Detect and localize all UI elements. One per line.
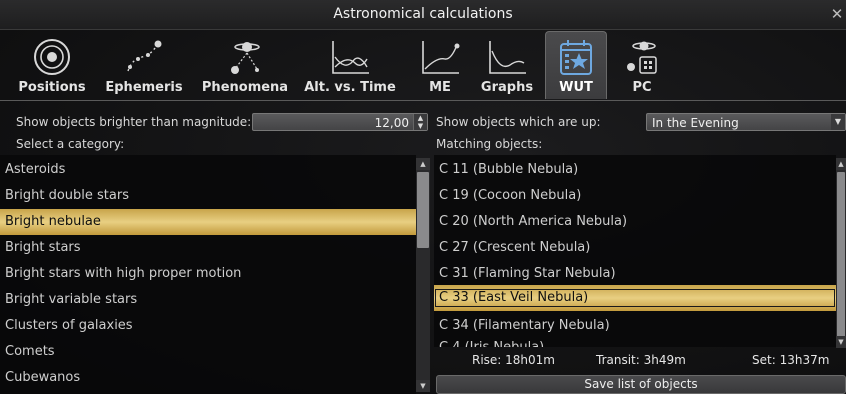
category-label: Select a category: bbox=[16, 137, 125, 151]
tab-pc[interactable]: PC bbox=[614, 31, 670, 99]
scroll-thumb[interactable] bbox=[837, 172, 845, 340]
matching-label: Matching objects: bbox=[436, 137, 543, 151]
tab-positions[interactable]: Positions bbox=[14, 31, 90, 99]
scroll-up-icon[interactable]: ▲ bbox=[416, 158, 430, 170]
positions-icon bbox=[32, 37, 72, 77]
object-item[interactable]: C 19 (Cocoon Nebula) bbox=[434, 183, 836, 209]
tab-phenomena[interactable]: Phenomena bbox=[198, 31, 292, 99]
category-item-selected[interactable]: Bright nebulae bbox=[0, 209, 416, 235]
phenomena-icon bbox=[225, 37, 265, 77]
object-item[interactable]: C 31 (Flaming Star Nebula) bbox=[434, 261, 836, 287]
save-list-button[interactable]: Save list of objects bbox=[436, 375, 846, 394]
scroll-down-icon[interactable]: ▼ bbox=[416, 380, 430, 392]
transit-time: Transit: 3h49m bbox=[596, 353, 686, 367]
astronomical-calculations-window: Astronomical calculations ✕ Positions Ep… bbox=[0, 0, 846, 394]
category-scrollbar[interactable]: ▲ ▼ bbox=[416, 158, 430, 392]
graphs-icon bbox=[486, 37, 528, 77]
tab-alt-vs-time[interactable]: Alt. vs. Time bbox=[300, 31, 400, 99]
scroll-thumb[interactable] bbox=[417, 172, 429, 248]
visibility-dropdown[interactable]: In the Evening ▼ bbox=[646, 113, 846, 131]
category-item[interactable]: Cubewanos bbox=[0, 365, 416, 391]
visibility-value: In the Evening bbox=[652, 116, 739, 130]
wut-icon bbox=[557, 38, 595, 78]
close-icon[interactable]: ✕ bbox=[830, 5, 844, 23]
matching-objects-list[interactable]: C 11 (Bubble Nebula) C 19 (Cocoon Nebula… bbox=[434, 155, 836, 347]
magnitude-spinbox[interactable]: 12,00 ▲ ▼ bbox=[252, 113, 428, 131]
ephemeris-icon bbox=[122, 37, 166, 77]
focus-outline bbox=[435, 289, 835, 307]
spin-arrows-icon[interactable]: ▲ ▼ bbox=[413, 114, 427, 130]
category-item[interactable]: Bright double stars bbox=[0, 183, 416, 209]
category-item[interactable]: Bright stars bbox=[0, 235, 416, 261]
category-list[interactable]: Asteroids Bright double stars Bright neb… bbox=[0, 155, 416, 394]
set-time: Set: 13h37m bbox=[752, 353, 830, 367]
me-icon bbox=[419, 37, 461, 77]
title-bar[interactable]: Astronomical calculations ✕ bbox=[0, 0, 846, 30]
object-item[interactable]: C 4 (Iris Nebula) bbox=[434, 335, 836, 347]
object-item-selected[interactable]: C 33 (East Veil Nebula) bbox=[434, 285, 836, 311]
objects-scrollbar[interactable]: ▲ ▼ bbox=[836, 158, 846, 348]
category-item[interactable]: Bright stars with high proper motion bbox=[0, 261, 416, 287]
alt-vs-time-icon bbox=[329, 37, 371, 77]
object-times: Rise: 18h01m Transit: 3h49m Set: 13h37m bbox=[434, 353, 846, 371]
category-item[interactable]: Bright variable stars bbox=[0, 287, 416, 313]
tab-ephemeris[interactable]: Ephemeris bbox=[98, 31, 190, 99]
scroll-up-icon[interactable]: ▲ bbox=[836, 158, 846, 170]
chevron-down-icon[interactable]: ▼ bbox=[831, 114, 845, 130]
object-item[interactable]: C 20 (North America Nebula) bbox=[434, 209, 836, 235]
visibility-label: Show objects which are up: bbox=[436, 115, 601, 129]
object-item[interactable]: C 27 (Crescent Nebula) bbox=[434, 235, 836, 261]
tab-me[interactable]: ME bbox=[414, 31, 466, 99]
tab-wut[interactable]: WUT bbox=[545, 31, 607, 99]
object-item[interactable]: C 11 (Bubble Nebula) bbox=[434, 157, 836, 183]
category-item[interactable]: Clusters of galaxies bbox=[0, 313, 416, 339]
pc-icon bbox=[622, 37, 662, 77]
tab-bar: Positions Ephemeris Phenomena Alt. vs. T… bbox=[0, 31, 846, 101]
category-item[interactable]: Comets bbox=[0, 339, 416, 365]
tab-divider bbox=[0, 100, 846, 101]
scroll-down-icon[interactable]: ▼ bbox=[836, 336, 846, 348]
rise-time: Rise: 18h01m bbox=[472, 353, 555, 367]
magnitude-label: Show objects brighter than magnitude: bbox=[16, 115, 252, 129]
category-item[interactable]: Asteroids bbox=[0, 157, 416, 183]
tab-graphs[interactable]: Graphs bbox=[474, 31, 540, 99]
window-title: Astronomical calculations bbox=[333, 6, 513, 22]
magnitude-value: 12,00 bbox=[374, 116, 409, 130]
